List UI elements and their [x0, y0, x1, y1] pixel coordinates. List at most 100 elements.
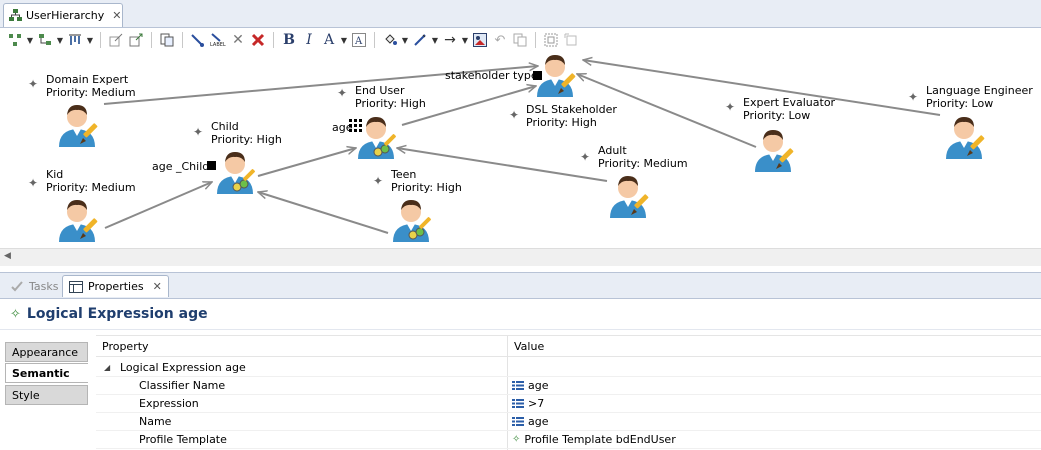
- stakeholder-icon: ✦: [509, 108, 520, 122]
- person-edit-icon[interactable]: [752, 125, 798, 173]
- property-name: Profile Template: [139, 432, 227, 446]
- diagram-canvas[interactable]: ✦ Domain Expert Priority: Medium ✦ Kid P…: [0, 52, 1041, 248]
- close-icon[interactable]: ✕: [153, 280, 162, 293]
- tab-semantic[interactable]: Semantic: [5, 363, 88, 383]
- column-header-value[interactable]: Value: [508, 336, 1041, 357]
- chevron-down-icon[interactable]: ▼: [401, 31, 409, 49]
- tab-appearance[interactable]: Appearance: [5, 342, 88, 362]
- table-row[interactable]: Expression >7: [96, 394, 1041, 413]
- group-label: Logical Expression age: [120, 360, 246, 374]
- table-row[interactable]: Name age: [96, 412, 1041, 431]
- undo-icon[interactable]: ↶: [491, 31, 509, 49]
- svg-text:LABEL: LABEL: [210, 42, 226, 47]
- toolbar-separator: [182, 32, 183, 48]
- svg-text:A: A: [354, 36, 363, 47]
- node-name: Expert Evaluator: [743, 96, 836, 109]
- person-group-icon[interactable]: [390, 195, 436, 243]
- horizontal-scrollbar[interactable]: ◀: [0, 248, 1041, 266]
- bold-icon[interactable]: B: [280, 31, 298, 49]
- fit-icon[interactable]: [562, 31, 580, 49]
- italic-icon[interactable]: I: [300, 31, 318, 49]
- tab-style[interactable]: Style: [5, 385, 88, 405]
- toolbar-separator: [100, 32, 101, 48]
- editor-tab-userhierarchy[interactable]: UserHierarchy ✕: [3, 3, 123, 27]
- property-table: Property Value ◢ Logical Expression age …: [96, 335, 1041, 450]
- select-icon[interactable]: [6, 31, 24, 49]
- stakeholder-icon: ✦: [193, 125, 204, 139]
- property-value[interactable]: ✧ Profile Template bdEndUser: [512, 430, 676, 448]
- connector-child[interactable]: [257, 148, 356, 177]
- layout-icon[interactable]: [36, 31, 54, 49]
- toolbar-separator: [151, 32, 152, 48]
- image-icon[interactable]: [471, 31, 489, 49]
- node-label-dsl-stakeholder: DSL Stakeholder Priority: High: [526, 103, 617, 129]
- expand-toggle-icon[interactable]: ◢: [104, 358, 110, 376]
- view-tab-bar: Tasks Properties ✕: [0, 272, 1041, 299]
- copy-format-icon[interactable]: [158, 31, 176, 49]
- property-name: Classifier Name: [139, 378, 226, 392]
- property-value[interactable]: age: [512, 412, 549, 430]
- delete-from-model-icon[interactable]: [249, 31, 267, 49]
- tab-properties[interactable]: Properties ✕: [62, 275, 169, 297]
- table-group-row[interactable]: ◢ Logical Expression age: [96, 358, 1041, 377]
- person-edit-icon[interactable]: [534, 52, 580, 98]
- value-text: age: [528, 378, 549, 392]
- property-value[interactable]: age: [512, 376, 549, 394]
- fill-color-icon[interactable]: [381, 31, 399, 49]
- line-color-icon[interactable]: [411, 31, 429, 49]
- port-label-stakeholder-type: stakeholder type: [445, 69, 538, 82]
- node-name: End User: [355, 84, 405, 97]
- tab-tasks[interactable]: Tasks: [4, 275, 64, 297]
- node-priority: Priority: Medium: [598, 157, 688, 170]
- text-style-icon[interactable]: A: [350, 31, 368, 49]
- stakeholder-icon: ✦: [337, 86, 348, 100]
- node-priority: Priority: High: [391, 181, 462, 194]
- property-value[interactable]: >7: [512, 394, 544, 412]
- label-icon[interactable]: LABEL: [209, 31, 227, 49]
- hide-connector-icon[interactable]: [189, 31, 207, 49]
- node-label-adult: Adult Priority: Medium: [598, 144, 688, 170]
- node-priority: Priority: Low: [926, 97, 994, 110]
- node-label-end-user: End User Priority: High: [355, 84, 426, 110]
- chevron-down-icon[interactable]: ▼: [26, 31, 34, 49]
- node-name: Adult: [598, 144, 627, 157]
- person-edit-icon[interactable]: [56, 100, 102, 148]
- chevron-down-icon[interactable]: ▼: [340, 31, 348, 49]
- chevron-down-icon[interactable]: ▼: [461, 31, 469, 49]
- align-icon[interactable]: [66, 31, 84, 49]
- scroll-left-icon[interactable]: ◀: [4, 251, 11, 261]
- copy-icon[interactable]: [511, 31, 529, 49]
- chevron-down-icon[interactable]: ▼: [86, 31, 94, 49]
- line-style-icon[interactable]: →: [441, 31, 459, 49]
- person-edit-icon[interactable]: [943, 112, 989, 160]
- chevron-down-icon[interactable]: ▼: [56, 31, 64, 49]
- text-value-icon: [512, 398, 524, 408]
- person-group-icon[interactable]: [214, 147, 260, 195]
- properties-header: ✧ Logical Expression age: [0, 299, 1041, 330]
- stakeholder-icon: ✦: [725, 100, 736, 114]
- font-color-icon[interactable]: A: [320, 31, 338, 49]
- delete-icon[interactable]: ✕: [229, 31, 247, 49]
- chevron-down-icon[interactable]: ▼: [431, 31, 439, 49]
- person-edit-icon[interactable]: [607, 171, 653, 219]
- text-value-icon: [512, 380, 524, 390]
- table-row[interactable]: Profile Template ✧ Profile Template bdEn…: [96, 430, 1041, 449]
- node-priority: Priority: High: [355, 97, 426, 110]
- person-group-icon[interactable]: [355, 112, 401, 160]
- stakeholder-icon: ✦: [28, 176, 39, 190]
- connector-teen[interactable]: [258, 192, 389, 234]
- node-priority: Priority: High: [526, 116, 597, 129]
- format-icon[interactable]: [107, 31, 125, 49]
- table-row[interactable]: Classifier Name age: [96, 376, 1041, 395]
- text-value-icon: [512, 416, 524, 426]
- node-label-child: Child Priority: High: [211, 120, 282, 146]
- port-label-age-child: age _Child: [152, 160, 210, 173]
- person-edit-icon[interactable]: [56, 195, 102, 243]
- column-header-property[interactable]: Property: [96, 336, 507, 357]
- arrange-icon[interactable]: [127, 31, 145, 49]
- close-icon[interactable]: ✕: [112, 9, 121, 22]
- editor-tab-title: UserHierarchy: [26, 9, 105, 22]
- zoom-icon[interactable]: [542, 31, 560, 49]
- tab-properties-label: Properties: [88, 280, 144, 293]
- stakeholder-icon: ✦: [580, 150, 591, 164]
